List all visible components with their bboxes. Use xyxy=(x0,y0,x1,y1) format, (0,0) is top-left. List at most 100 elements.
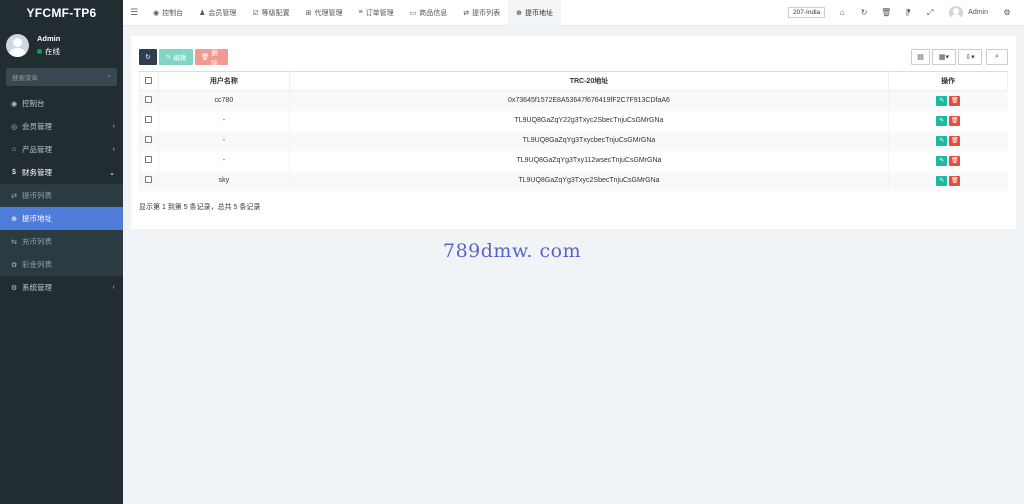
sidebar-item-5[interactable]: ⊕ 提币地址 xyxy=(0,207,123,230)
row-delete-button[interactable]: 🗑 xyxy=(949,175,961,186)
user-circle-icon: ◎ xyxy=(10,123,18,131)
menu-toggle-icon[interactable]: ☰ xyxy=(123,7,145,18)
trash-icon: 🗑 xyxy=(951,138,959,144)
row-delete-button[interactable]: 🗑 xyxy=(949,115,961,126)
sidebar-item-7[interactable]: ✿ 彩金列表 xyxy=(0,253,123,276)
language-select[interactable]: 207-India xyxy=(788,7,826,18)
table-icon: ▤ xyxy=(917,54,924,61)
tab-2[interactable]: ☑ 等级配置 xyxy=(244,0,297,26)
row-edit-button[interactable]: ✎ xyxy=(936,175,948,186)
download-icon: ⇩▾ xyxy=(965,54,975,61)
delete-button[interactable]: 🗑 删除 xyxy=(195,49,228,67)
sidebar-item-8[interactable]: ⚙ 系统管理 ‹ xyxy=(0,276,123,299)
avatar xyxy=(6,33,29,57)
toggle-view-button[interactable]: ▤ xyxy=(911,49,930,65)
content-panel: ↻ ✎ 编辑 🗑 删除 ▤ ▦▾ ⇩▾ ⌕ 用户名称 TRC-20地址 操作 cc7… xyxy=(131,36,1016,229)
tab-5[interactable]: ▭ 商品信息 xyxy=(402,0,456,26)
chevron-left-icon: ‹ xyxy=(112,284,115,291)
transfer-in-icon: ⇆ xyxy=(11,238,17,246)
search-icon: ⌕ xyxy=(995,53,999,60)
tab-1[interactable]: ♟ 会员管理 xyxy=(191,0,244,26)
translate-icon[interactable]: ⁋ xyxy=(897,8,919,17)
trash-icon[interactable]: 🗑 xyxy=(875,8,897,17)
row-delete-button[interactable]: 🗑 xyxy=(949,95,961,106)
user-menu[interactable]: Admin xyxy=(949,5,988,20)
tab-7[interactable]: ⊕ 提币地址 xyxy=(508,0,562,26)
fullscreen-icon[interactable]: ⤢ xyxy=(919,8,941,18)
cell-username: - xyxy=(157,150,290,171)
sitemap-icon: ⊞ xyxy=(305,9,312,17)
sidebar-item-label: 系统管理 xyxy=(22,283,52,292)
transfer-icon: ⇄ xyxy=(463,9,470,17)
row-delete-button[interactable]: 🗑 xyxy=(949,155,961,166)
search-button[interactable]: ⌕ xyxy=(986,49,1008,65)
refresh-icon[interactable]: ↻ xyxy=(853,8,875,17)
row-edit-button[interactable]: ✎ xyxy=(936,135,948,146)
pencil-icon: ✎ xyxy=(939,178,945,184)
sidebar: YFCMF-TP6 Admin 在线 搜索菜单 ⌕ ◉ 控制台 ◎ 会员管理 ‹ ⌂ 产品管… xyxy=(0,0,123,504)
chevron-down-icon: ⌄ xyxy=(109,169,115,177)
column-header-username[interactable]: 用户名称 xyxy=(157,71,290,91)
app-logo[interactable]: YFCMF-TP6 xyxy=(0,0,123,26)
tab-4[interactable]: ≡ 订单管理 xyxy=(351,0,402,26)
table-row[interactable]: - TL9UQ8GaZqYg3Txy112wsecTnjuCsGMrGNa ✎ 🗑 xyxy=(139,150,1008,171)
table-tools: ▤ ▦▾ ⇩▾ ⌕ xyxy=(911,49,1008,65)
refresh-button[interactable]: ↻ xyxy=(139,49,157,65)
sidebar-item-6[interactable]: ⇆ 充币列表 xyxy=(0,230,123,253)
transfer-icon: ⇄ xyxy=(11,192,17,200)
sidebar-item-label: 产品管理 xyxy=(22,145,52,154)
row-edit-button[interactable]: ✎ xyxy=(936,155,948,166)
row-checkbox[interactable] xyxy=(139,110,159,131)
sidebar-menu: ◉ 控制台 ◎ 会员管理 ‹ ⌂ 产品管理 ‹ $ 财务管理 ⌄ ⇄ 提币列表 ⊕ 提币地址 ⇆ 充币列表 ✿ 彩金… xyxy=(0,92,123,299)
table-row[interactable]: sky TL9UQ8GaZqYg3Txyc2SbecTnjuCsGMrGNa ✎ 🗑 xyxy=(139,170,1008,191)
cogs-icon: ⚙ xyxy=(10,284,18,292)
tab-label: 提币地址 xyxy=(525,9,554,17)
search-icon[interactable]: ⌕ xyxy=(107,73,111,81)
columns-button[interactable]: ▦▾ xyxy=(932,49,956,65)
sidebar-item-3[interactable]: $ 财务管理 ⌄ xyxy=(0,161,123,184)
table-row[interactable]: - TL9UQ8GaZqY22g3Txyc2SbecTnjuCsGMrGNa ✎ 🗑 xyxy=(139,110,1008,131)
sidebar-item-2[interactable]: ⌂ 产品管理 ‹ xyxy=(0,138,123,161)
nav-tabs: ◉ 控制台 ♟ 会员管理 ☑ 等级配置 ⊞ 代理管理 ≡ 订单管理 ▭ 商品信息 ⇄ 提币列表 ⊕ 提币地址 xyxy=(145,0,562,26)
trash-icon: 🗑 xyxy=(951,158,959,164)
chevron-left-icon: ‹ xyxy=(112,123,115,130)
table-row[interactable]: - TL9UQ8GaZqYg3TxycbecTnjuCsGMrGNa ✎ 🗑 xyxy=(139,130,1008,151)
monitor-icon: ▭ xyxy=(409,9,417,17)
sidebar-item-4[interactable]: ⇄ 提币列表 xyxy=(0,184,123,207)
row-edit-button[interactable]: ✎ xyxy=(936,115,948,126)
sidebar-item-label: 会员管理 xyxy=(22,122,52,131)
row-checkbox[interactable] xyxy=(139,90,159,111)
cell-actions: ✎ 🗑 xyxy=(888,90,1008,111)
row-checkbox[interactable] xyxy=(139,130,159,151)
watermark: 789dmw. com xyxy=(443,240,582,262)
row-edit-button[interactable]: ✎ xyxy=(936,95,948,106)
edit-button[interactable]: ✎ 编辑 xyxy=(159,49,193,65)
data-table: 用户名称 TRC-20地址 操作 cc780 0x73645f1572E8A536… xyxy=(139,71,1008,191)
settings-icon[interactable]: ⚙ xyxy=(996,8,1018,17)
row-checkbox[interactable] xyxy=(139,170,159,191)
tab-3[interactable]: ⊞ 代理管理 xyxy=(298,0,351,26)
table-row[interactable]: cc780 0x73645f1572E8A53647f676419fF2C7F91… xyxy=(139,90,1008,111)
sidebar-item-1[interactable]: ◎ 会员管理 ‹ xyxy=(0,115,123,138)
row-checkbox[interactable] xyxy=(139,150,159,171)
column-header-address[interactable]: TRC-20地址 xyxy=(288,71,890,91)
tab-label: 商品信息 xyxy=(419,9,448,17)
gift-icon: ✿ xyxy=(11,261,17,269)
cell-username: sky xyxy=(157,170,290,191)
select-all-checkbox[interactable] xyxy=(139,71,159,91)
sidebar-search-input[interactable]: 搜索菜单 ⌕ xyxy=(6,68,117,86)
tab-0[interactable]: ◉ 控制台 xyxy=(145,0,191,26)
cell-actions: ✎ 🗑 xyxy=(888,130,1008,151)
home-icon: ⌂ xyxy=(11,146,17,153)
sidebar-item-0[interactable]: ◉ 控制台 xyxy=(0,92,123,115)
cell-username: cc780 xyxy=(157,90,290,111)
row-delete-button[interactable]: 🗑 xyxy=(949,135,961,146)
table-toolbar: ↻ ✎ 编辑 🗑 删除 xyxy=(139,49,228,67)
home-icon[interactable]: ⌂ xyxy=(831,8,853,17)
pencil-icon: ✎ xyxy=(939,98,945,105)
tab-label: 会员管理 xyxy=(208,9,237,17)
tab-6[interactable]: ⇄ 提币列表 xyxy=(455,0,508,26)
export-button[interactable]: ⇩▾ xyxy=(958,49,982,65)
pencil-icon: ✎ xyxy=(939,138,945,144)
cell-address: TL9UQ8GaZqYg3Txy112wsecTnjuCsGMrGNa xyxy=(288,150,889,171)
